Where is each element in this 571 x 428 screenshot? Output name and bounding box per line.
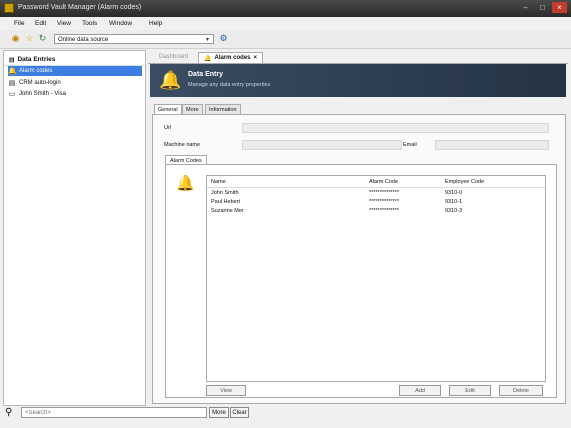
menu-bar: File Edit View Tools Window Help — [0, 17, 571, 30]
tree-item-label: Alarm codes — [19, 68, 53, 74]
row-alarm-code: ************** — [369, 199, 399, 205]
row-name: Paul Hebert — [211, 199, 241, 205]
alarm-codes-grid: Name Alarm Code Employee Code John Smith… — [206, 175, 546, 382]
app-window: Password Vault Manager (Alarm codes) – □… — [0, 0, 571, 428]
more-button[interactable]: More — [209, 407, 229, 418]
machine-name-field[interactable] — [242, 140, 402, 150]
column-header-employee-code[interactable]: Employee Code — [445, 179, 484, 185]
machine-name-label: Machine name — [164, 142, 201, 148]
edit-button[interactable]: Edit — [449, 385, 491, 396]
data-entries-title: Data Entries — [17, 56, 56, 63]
tab-close-icon[interactable]: × — [254, 55, 258, 61]
row-employee-code: 9310-0 — [445, 190, 463, 196]
url-field[interactable] — [242, 123, 549, 133]
menu-tools[interactable]: Tools — [82, 20, 97, 27]
entry-banner: 🔔 Data Entry Manage any data entry prope… — [150, 64, 566, 97]
maximize-icon[interactable]: □ — [535, 2, 550, 13]
clear-button[interactable]: Clear — [230, 407, 249, 418]
delete-button[interactable]: Delete — [499, 385, 543, 396]
alarm-codes-group: 🔔 Name Alarm Code Employee Code John Smi… — [165, 164, 557, 398]
menu-help[interactable]: Help — [149, 20, 162, 27]
bell-icon: 🔔 — [176, 175, 195, 192]
web-login-icon: ▤ — [8, 79, 16, 87]
title-bar: Password Vault Manager (Alarm codes) – □… — [0, 0, 571, 17]
menu-edit[interactable]: Edit — [35, 20, 46, 27]
add-button[interactable]: Add — [399, 385, 441, 396]
tab-alarm-codes[interactable]: 🔔 Alarm codes × — [198, 52, 264, 63]
search-icon: ⚲ — [5, 407, 13, 418]
vault-icon[interactable]: ◉ — [10, 33, 21, 44]
star-icon[interactable]: ☆ — [24, 33, 35, 44]
credit-card-icon: ▭ — [8, 90, 16, 98]
row-alarm-code: ************** — [369, 190, 399, 196]
datasource-settings-icon[interactable]: ⚙ — [218, 33, 229, 44]
row-employee-code: 9310-1 — [445, 199, 463, 205]
bell-icon: 🔔 — [8, 67, 17, 75]
row-name: Suzanne Mer — [211, 208, 244, 214]
datasource-value: Online data source — [58, 37, 109, 43]
menu-file[interactable]: File — [14, 20, 24, 27]
row-employee-code: 9310-3 — [445, 208, 463, 214]
datasource-select[interactable]: Online data source ▾ — [54, 34, 214, 44]
collapse-icon[interactable]: ⊟ — [9, 56, 14, 64]
tree-item-john-smith-visa[interactable]: ▭ John Smith - Visa — [8, 89, 142, 99]
tab-label: Dashboard — [159, 54, 189, 60]
app-icon — [4, 3, 14, 13]
grid-header: Name Alarm Code Employee Code — [207, 176, 545, 188]
window-controls: – □ × — [518, 2, 567, 13]
column-header-name[interactable]: Name — [211, 179, 226, 185]
url-label: Url — [164, 125, 172, 131]
window-title: Password Vault Manager (Alarm codes) — [18, 4, 142, 11]
document-tabs: Dashboard 🔔 Alarm codes × — [148, 50, 568, 64]
tree-item-label: CRM auto-login — [19, 80, 61, 86]
tab-label: Alarm codes — [214, 55, 251, 61]
general-panel: Url Machine name Email Alarm Codes 🔔 Nam… — [152, 114, 566, 404]
search-bar: ⚲ More Clear — [3, 406, 569, 420]
email-label: Email — [403, 142, 417, 148]
menu-window[interactable]: Window — [109, 20, 132, 27]
email-field[interactable] — [435, 140, 549, 150]
bell-icon: 🔔 — [159, 70, 182, 90]
row-alarm-code: ************** — [369, 208, 399, 214]
bell-icon: 🔔 — [204, 55, 212, 62]
view-button[interactable]: View — [206, 385, 246, 396]
banner-title: Data Entry — [188, 71, 224, 78]
column-header-alarm-code[interactable]: Alarm Code — [369, 179, 398, 185]
close-icon[interactable]: × — [552, 2, 567, 13]
row-name: John Smith — [211, 190, 239, 196]
tab-dashboard[interactable]: Dashboard — [154, 52, 193, 62]
minimize-icon[interactable]: – — [518, 2, 533, 13]
tree-item-label: John Smith - Visa — [19, 91, 66, 97]
main-area: Dashboard 🔔 Alarm codes × 🔔 Data Entry M… — [148, 50, 568, 404]
menu-view[interactable]: View — [57, 20, 71, 27]
chevron-down-icon: ▾ — [205, 37, 209, 43]
tree-item-alarm-codes[interactable]: 🔔 Alarm codes — [8, 66, 142, 76]
tree-item-crm-auto-login[interactable]: ▤ CRM auto-login — [8, 78, 142, 88]
data-entries-panel: ⊟ Data Entries 🔔 Alarm codes ▤ CRM auto-… — [3, 50, 146, 406]
data-entries-header: ⊟ Data Entries — [4, 51, 145, 66]
banner-subtitle: Manage any data entry properties — [188, 82, 271, 88]
refresh-icon[interactable]: ↻ — [37, 33, 48, 44]
search-input[interactable] — [21, 407, 207, 418]
